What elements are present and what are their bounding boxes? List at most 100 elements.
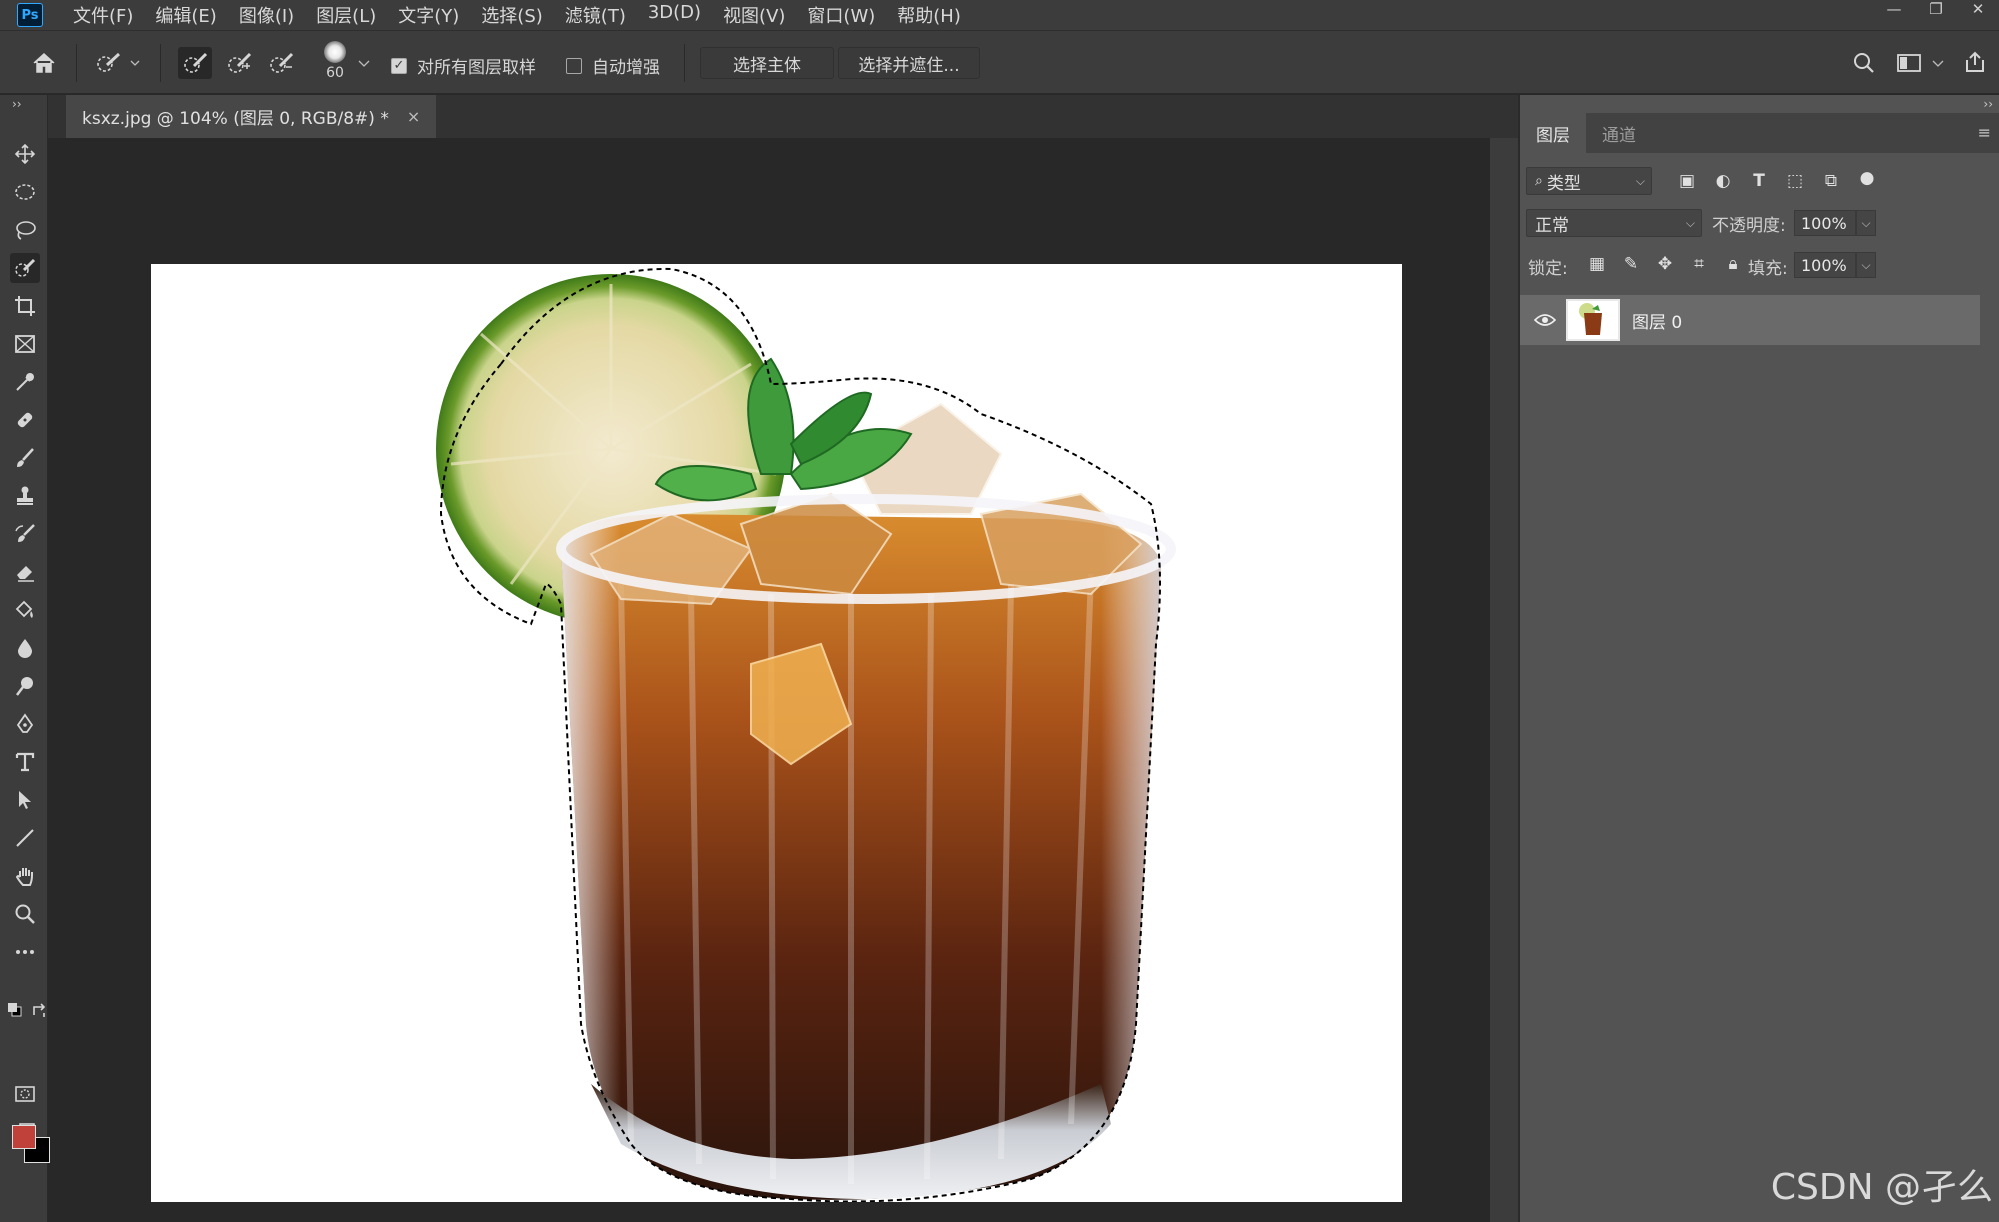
menu-select[interactable]: 选择(S): [481, 2, 542, 28]
fill-slider-toggle[interactable]: ⌵: [1856, 252, 1876, 278]
swap-colors-icon[interactable]: [30, 1001, 50, 1021]
eyedropper-tool-icon[interactable]: [10, 367, 40, 397]
workspace-icon[interactable]: [1894, 49, 1924, 77]
close-window-button[interactable]: ✕: [1957, 0, 1999, 18]
smart-object-filter-icon[interactable]: ⧉: [1820, 170, 1842, 192]
quick-selection-tool-icon[interactable]: [10, 253, 40, 283]
layer-filter-select[interactable]: ⌕ 类型 ⌵: [1526, 167, 1652, 195]
expand-panel-icon[interactable]: ››: [12, 97, 22, 111]
home-icon[interactable]: [28, 49, 60, 77]
quick-mask-icon[interactable]: [10, 1079, 40, 1109]
chevron-down-icon[interactable]: [356, 57, 372, 71]
default-colors-icon[interactable]: [6, 1001, 26, 1021]
menu-edit[interactable]: 编辑(E): [155, 2, 216, 28]
auto-enhance[interactable]: 自动增强: [566, 53, 660, 78]
panel-menu-icon[interactable]: ≡: [1978, 123, 1991, 142]
layer-thumbnail: [1566, 299, 1620, 341]
blend-mode-select[interactable]: 正常 ⌵: [1526, 209, 1702, 237]
clone-stamp-tool-icon[interactable]: [10, 481, 40, 511]
pen-tool-icon[interactable]: [10, 709, 40, 739]
document-canvas[interactable]: [151, 264, 1402, 1202]
search-icon[interactable]: [1850, 49, 1878, 77]
canvas-scrollbar[interactable]: [1490, 138, 1518, 1222]
filter-toggle-icon[interactable]: ●: [1856, 167, 1878, 189]
pixel-layer-filter-icon[interactable]: ▣: [1676, 170, 1698, 192]
select-subject-button[interactable]: 选择主体: [700, 47, 834, 79]
fill-input[interactable]: 100%: [1794, 252, 1856, 278]
healing-brush-tool-icon[interactable]: [10, 405, 40, 435]
search-icon: ⌕: [1535, 173, 1543, 189]
tab-channels[interactable]: 通道: [1586, 113, 1652, 153]
shape-layer-filter-icon[interactable]: ⬚: [1784, 170, 1806, 192]
blur-tool-icon[interactable]: [10, 633, 40, 663]
hand-tool-icon[interactable]: [10, 861, 40, 891]
layers-panel: ›› 图层 通道 ≡ ⌕ 类型 ⌵ ▣ ◐ T ⬚ ⧉ ● 正常 ⌵ 不透明度:…: [1518, 95, 1999, 1222]
dodge-tool-icon[interactable]: [10, 671, 40, 701]
menu-file[interactable]: 文件(F): [73, 2, 133, 28]
lock-artboard-icon[interactable]: ⌗: [1688, 253, 1710, 275]
sample-all-layers[interactable]: ✓ 对所有图层取样: [391, 53, 536, 78]
document-tab[interactable]: ksxz.jpg @ 104% (图层 0, RGB/8#) * ×: [66, 95, 437, 138]
menu-view[interactable]: 视图(V): [723, 2, 785, 28]
auto-enhance-label: 自动增强: [592, 58, 660, 78]
paint-bucket-tool-icon[interactable]: [10, 595, 40, 625]
restore-button[interactable]: ❐: [1915, 0, 1957, 18]
lock-all-icon[interactable]: 🔒︎: [1722, 253, 1744, 275]
layer-row[interactable]: 图层 0: [1520, 295, 1980, 345]
lock-image-icon[interactable]: ✎: [1620, 253, 1642, 275]
sample-all-layers-checkbox[interactable]: ✓: [391, 57, 407, 74]
foreground-color-swatch[interactable]: [12, 1125, 36, 1149]
auto-enhance-checkbox[interactable]: [566, 57, 582, 74]
lock-position-icon[interactable]: ✥: [1654, 253, 1676, 275]
eye-icon[interactable]: [1534, 309, 1556, 331]
menu-image[interactable]: 图像(I): [239, 2, 294, 28]
type-layer-filter-icon[interactable]: T: [1748, 170, 1770, 192]
opacity-slider-toggle[interactable]: ⌵: [1856, 210, 1876, 236]
line-tool-icon[interactable]: [10, 823, 40, 853]
frame-tool-icon[interactable]: [10, 329, 40, 359]
marquee-tool-icon[interactable]: [10, 177, 40, 207]
brush-picker[interactable]: 60: [318, 41, 352, 85]
menu-help[interactable]: 帮助(H): [897, 2, 961, 28]
blend-mode-value: 正常: [1535, 215, 1569, 236]
iced-drink-image: [436, 267, 1176, 1202]
document-tab-bar: ksxz.jpg @ 104% (图层 0, RGB/8#) * ×: [48, 95, 1518, 138]
close-tab-icon[interactable]: ×: [407, 107, 420, 126]
move-tool-icon[interactable]: [10, 139, 40, 169]
chevron-down-icon[interactable]: [1930, 57, 1946, 71]
collapse-panel-icon[interactable]: ››: [1983, 97, 1993, 111]
document-title: ksxz.jpg @ 104% (图层 0, RGB/8#) *: [82, 109, 389, 129]
select-and-mask-button[interactable]: 选择并遮住...: [838, 47, 980, 79]
new-selection-icon[interactable]: [178, 47, 212, 79]
options-bar: 60 ✓ 对所有图层取样 自动增强 选择主体 选择并遮住...: [0, 30, 1999, 94]
menu-3d[interactable]: 3D(D): [648, 2, 701, 28]
tool-preset-picker[interactable]: [90, 49, 146, 77]
lock-transparent-icon[interactable]: ▦: [1586, 253, 1608, 275]
crop-tool-icon[interactable]: [10, 291, 40, 321]
add-to-selection-icon[interactable]: [222, 47, 256, 79]
panel-tabs: 图层 通道: [1520, 113, 1999, 153]
tools-panel: ››: [0, 95, 50, 1222]
chevron-down-icon: ⌵: [1685, 215, 1695, 230]
menu-window[interactable]: 窗口(W): [807, 2, 875, 28]
type-tool-icon[interactable]: [10, 747, 40, 777]
eraser-tool-icon[interactable]: [10, 557, 40, 587]
tab-layers[interactable]: 图层: [1520, 113, 1586, 153]
share-icon[interactable]: [1960, 47, 1990, 77]
history-brush-tool-icon[interactable]: [10, 519, 40, 549]
more-tools-icon[interactable]: [10, 937, 40, 967]
adjustment-layer-filter-icon[interactable]: ◐: [1712, 170, 1734, 192]
subtract-from-selection-icon[interactable]: [264, 47, 298, 79]
menu-type[interactable]: 文字(Y): [398, 2, 459, 28]
menu-bar: Ps 文件(F) 编辑(E) 图像(I) 图层(L) 文字(Y) 选择(S) 滤…: [0, 0, 1999, 30]
path-selection-tool-icon[interactable]: [10, 785, 40, 815]
menu-filter[interactable]: 滤镜(T): [565, 2, 626, 28]
minimize-button[interactable]: —: [1873, 0, 1915, 18]
lasso-tool-icon[interactable]: [10, 215, 40, 245]
opacity-input[interactable]: 100%: [1794, 210, 1856, 236]
layer-filter-label: 类型: [1546, 173, 1581, 194]
brush-tool-icon[interactable]: [10, 443, 40, 473]
brush-tip-icon: [324, 41, 346, 63]
menu-layer[interactable]: 图层(L): [316, 2, 376, 28]
zoom-tool-icon[interactable]: [10, 899, 40, 929]
